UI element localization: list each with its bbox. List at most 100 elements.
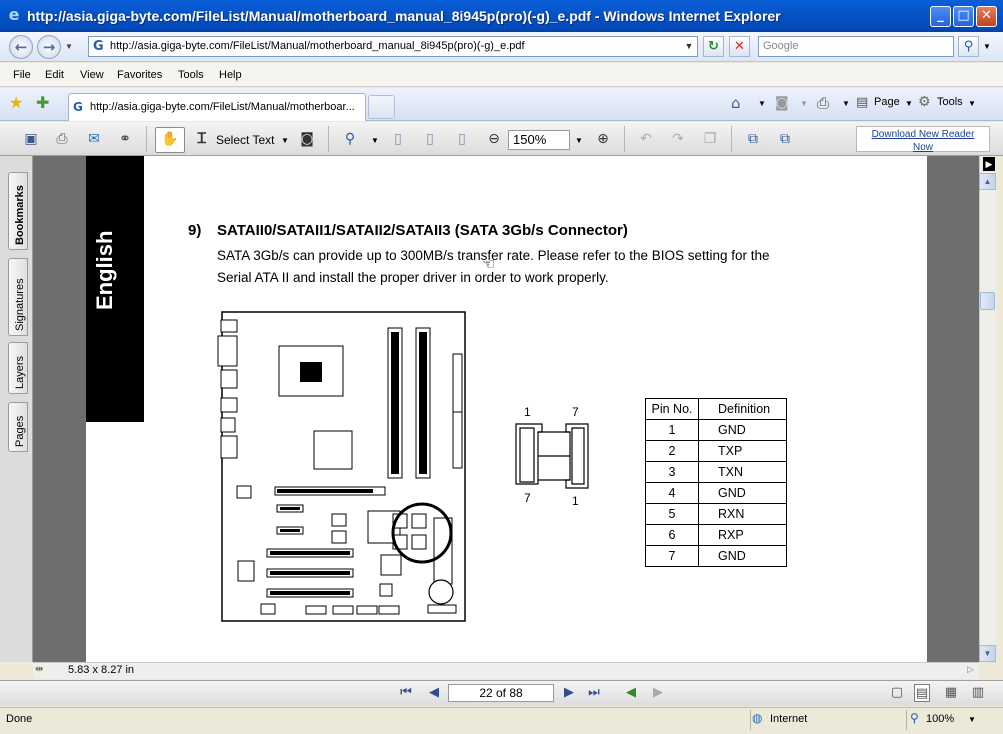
zoom-in-icon[interactable]: ⊕ (594, 130, 612, 148)
fit-page-icon[interactable]: ▯ (421, 130, 439, 148)
resize-arrows-icon[interactable]: ⇹ (35, 664, 43, 675)
pin-definition: TXN (698, 461, 787, 483)
menu-file[interactable]: File (13, 69, 31, 81)
address-dropdown-icon[interactable]: ▼ (681, 37, 697, 56)
tools-menu-chevron-icon[interactable]: ▼ (968, 99, 976, 108)
chip (237, 560, 255, 582)
tab-bookmarks[interactable]: Bookmarks (8, 172, 28, 250)
pin-label-top-right: 7 (572, 405, 579, 419)
scroll-thumb[interactable] (980, 292, 995, 310)
menu-favorites[interactable]: Favorites (117, 69, 162, 81)
tab-pages-label: Pages (14, 415, 26, 447)
recent-pages-chevron-icon[interactable]: ▼ (65, 42, 73, 51)
back-button[interactable]: ← (9, 35, 33, 59)
continuous-icon[interactable]: ▤ (914, 684, 930, 702)
page-display-icon[interactable]: ⧉ (744, 130, 762, 148)
add-favorite-icon[interactable]: ✚ (36, 93, 49, 112)
page-number-field[interactable]: 22 of 88 (448, 684, 554, 702)
single-page-icon[interactable]: ▢ (889, 684, 905, 702)
previous-view-icon[interactable]: ◀ (623, 684, 639, 702)
page-menu-chevron-icon[interactable]: ▼ (905, 99, 913, 108)
rotate-left-icon[interactable]: ↶ (637, 130, 655, 148)
address-url: http://asia.giga-byte.com/FileList/Manua… (110, 40, 525, 52)
print-chevron-icon[interactable]: ▼ (842, 99, 850, 108)
zoom-level-chevron-icon[interactable]: ▼ (575, 136, 583, 145)
scroll-up-button[interactable]: ▲ (979, 173, 996, 190)
maximize-button[interactable]: □ (953, 6, 974, 27)
language-band-label: English (92, 230, 117, 310)
select-text-label[interactable]: Select Text (216, 133, 274, 147)
download-reader-link[interactable]: Download New Reader Now (856, 126, 990, 153)
scroll-right-icon[interactable]: ▷ (967, 664, 974, 675)
pin-label-bottom-right: 1 (572, 494, 579, 508)
refresh-button[interactable]: ↻ (703, 36, 724, 57)
home-icon[interactable]: ⌂ (731, 94, 741, 112)
continuous-facing-icon[interactable]: ▥ (970, 684, 986, 702)
favorites-star-icon[interactable]: ★ (9, 93, 23, 112)
select-text-icon[interactable]: Ꮖ (193, 130, 211, 148)
scroll-down-button[interactable]: ▼ (979, 645, 996, 662)
forward-button[interactable]: → (37, 35, 61, 59)
menu-view[interactable]: View (80, 69, 104, 81)
previous-page-icon[interactable]: ◀ (426, 684, 442, 702)
zoom-chevron-icon[interactable]: ▼ (968, 715, 976, 724)
last-page-icon[interactable]: ⏭ (586, 684, 602, 702)
address-field[interactable]: G http://asia.giga-byte.com/FileList/Man… (88, 36, 698, 57)
new-tab-button[interactable] (368, 95, 395, 119)
rotate-view-icon[interactable]: ⧉ (776, 130, 794, 148)
panel-arrow-icon[interactable]: ▶ (983, 157, 995, 171)
feeds-icon[interactable]: ◙ (775, 95, 789, 111)
feeds-chevron-icon[interactable]: ▼ (800, 99, 808, 108)
minimize-button[interactable]: _ (930, 6, 951, 27)
pin-number: 1 (645, 419, 699, 441)
vertical-scrollbar[interactable] (979, 156, 996, 662)
page-menu-icon[interactable]: ▤ (856, 95, 868, 110)
rotate-right-icon[interactable]: ↷ (669, 130, 687, 148)
menu-tools[interactable]: Tools (178, 69, 204, 81)
menu-edit[interactable]: Edit (45, 69, 64, 81)
tab-pages[interactable]: Pages (8, 402, 28, 452)
page-menu-label[interactable]: Page (874, 96, 900, 108)
zoom-tool-chevron-icon[interactable]: ▼ (371, 136, 379, 145)
actual-size-icon[interactable]: ▯ (389, 130, 407, 148)
email-icon[interactable]: ✉ (85, 130, 103, 148)
fit-width-icon[interactable]: ▯ (453, 130, 471, 148)
facing-pages-icon[interactable]: ▦ (943, 684, 959, 702)
home-chevron-icon[interactable]: ▼ (758, 99, 766, 108)
print-icon[interactable]: ⎙ (817, 94, 829, 112)
zoom-in-tool-icon[interactable]: ⚲ (341, 130, 359, 148)
tools-gear-icon[interactable]: ⚙ (918, 94, 931, 110)
next-view-icon[interactable]: ▶ (650, 684, 666, 702)
search-input[interactable]: Google (758, 36, 954, 57)
zoom-out-icon[interactable]: ⊖ (485, 130, 503, 148)
print-pdf-icon[interactable]: ⎙ (53, 130, 71, 148)
next-page-icon[interactable]: ▶ (561, 684, 577, 702)
find-binoculars-icon[interactable]: ⚭ (116, 130, 134, 148)
zoom-level-field[interactable]: 150% (508, 130, 570, 150)
tab-layers[interactable]: Layers (8, 342, 28, 394)
search-options-chevron-icon[interactable]: ▼ (983, 42, 991, 51)
horizontal-scrollbar[interactable] (33, 662, 979, 679)
pin-table-header-definition: Definition (698, 398, 787, 420)
close-button[interactable]: ✕ (976, 6, 997, 27)
chip (236, 485, 252, 499)
save-icon[interactable]: ▣ (22, 130, 40, 148)
table-row: 5 RXN (645, 503, 787, 525)
tab-signatures[interactable]: Signatures (8, 258, 28, 336)
tab-signatures-label: Signatures (14, 278, 26, 331)
toolbar-separator (146, 126, 147, 152)
copy-icon[interactable]: ❐ (701, 130, 719, 148)
pci-contacts (270, 591, 350, 595)
stop-button[interactable]: ✕ (729, 36, 750, 57)
snapshot-camera-icon[interactable]: ◙ (298, 130, 316, 148)
chip (331, 530, 347, 544)
tab-current[interactable]: G http://asia.giga-byte.com/FileList/Man… (68, 93, 366, 121)
page-zoom[interactable]: 100% (926, 713, 954, 725)
table-row: 6 RXP (645, 524, 787, 546)
zoom-magnifier-icon[interactable]: ⚲ (910, 711, 919, 725)
first-page-icon[interactable]: ⏮ (398, 684, 414, 702)
search-icon[interactable]: ⚲ (958, 36, 979, 57)
menu-help[interactable]: Help (219, 69, 242, 81)
tools-menu-label[interactable]: Tools (937, 96, 963, 108)
select-text-chevron-icon[interactable]: ▼ (281, 136, 289, 145)
